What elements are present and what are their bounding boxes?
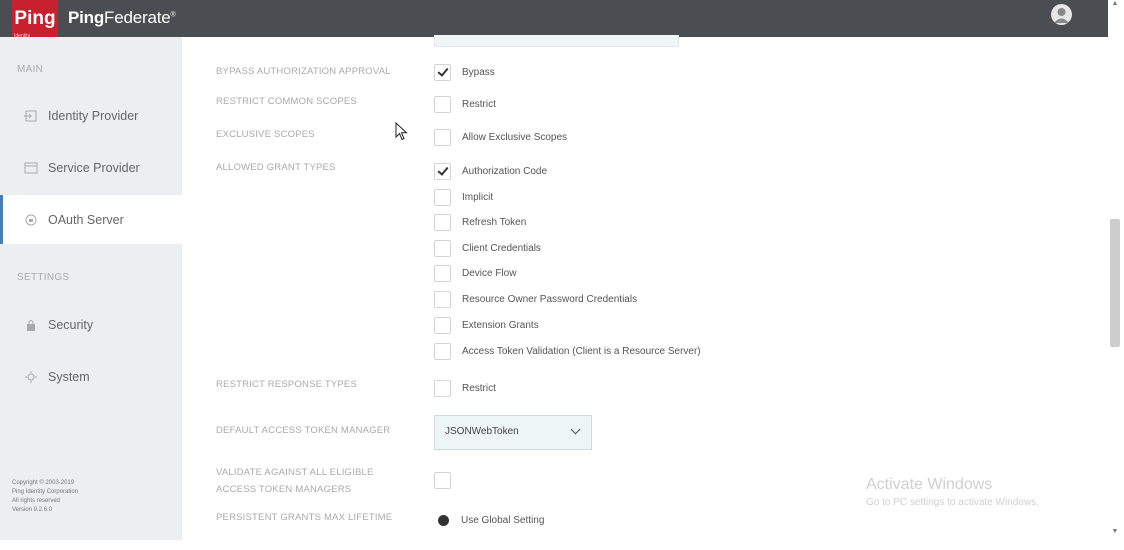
validate-label-line2: ACCESS TOKEN MANAGERS [216,484,352,495]
oauth-client-form: BYPASS AUTHORIZATION APPROVAL Bypass RES… [182,35,1108,540]
app-name-mark: ® [170,11,176,19]
grant-type-label: Access Token Validation (Client is a Res… [462,346,701,357]
footer-rights: All rights reserved [12,498,61,504]
grant-type-label: Refresh Token [462,217,527,228]
logo-text: Ping [14,8,56,29]
validate-all-checkbox[interactable] [434,472,451,489]
use-global-setting-radio[interactable] [438,515,449,526]
grant-client-credentials-checkbox[interactable] [434,240,451,257]
grant-type-row[interactable]: Device Flow [434,265,516,282]
user-avatar-icon[interactable] [1051,4,1072,25]
grant-type-label: Authorization Code [462,166,548,177]
allowed-grant-types-label: ALLOWED GRANT TYPES [216,162,336,173]
grant-resource-owner-password-checkbox[interactable] [434,291,451,308]
restrict-scopes-option-label: Restrict [462,99,496,110]
persistent-grants-label: PERSISTENT GRANTS MAX LIFETIME [216,512,393,523]
validate-label-line1: VALIDATE AGAINST ALL ELIGIBLE [216,467,374,478]
bypass-checkbox-row[interactable]: Bypass [434,64,495,81]
footer-company: Ping Identity Corporation [12,489,79,495]
sidebar-item-oauth-server[interactable]: OAuth Server [0,195,182,244]
exclusive-scopes-option-label: Allow Exclusive Scopes [462,132,568,143]
partial-input-field[interactable] [434,35,679,47]
sidebar-item-label: System [48,369,90,384]
chevron-down-icon [570,424,581,435]
sidebar-item-security[interactable]: Security [0,300,182,349]
restrict-scopes-row[interactable]: Restrict [434,96,496,113]
use-global-setting-label: Use Global Setting [461,515,545,526]
persistent-grants-row[interactable]: Use Global Setting [434,515,544,526]
sidebar-item-system[interactable]: System [0,352,182,401]
footer-version: Version 9.2.6.0 [12,507,53,513]
app-name-bold: Ping [68,8,105,27]
grant-type-row[interactable]: Authorization Code [434,163,547,180]
service-provider-icon [24,161,38,175]
restrict-common-scopes-label: RESTRICT COMMON SCOPES [216,96,357,107]
grant-type-label: Device Flow [462,268,517,279]
grant-extension-grants-checkbox[interactable] [434,317,451,334]
oauth-server-icon [24,213,38,227]
grant-type-row[interactable]: Implicit [434,189,493,206]
grant-type-row[interactable]: Refresh Token [434,214,526,231]
ping-logo[interactable]: Ping Identity [12,0,58,41]
watermark-title: Activate Windows [866,476,993,493]
grant-type-row[interactable]: Extension Grants [434,317,539,334]
bypass-checkbox[interactable] [434,64,451,81]
restrict-response-checkbox[interactable] [434,380,451,397]
default-token-manager-label: DEFAULT ACCESS TOKEN MANAGER [216,425,391,436]
grant-type-label: Resource Owner Password Credentials [462,294,638,305]
app-name-rest: Federate [104,8,171,27]
grant-refresh-token-checkbox[interactable] [434,214,451,231]
security-icon [24,318,38,332]
sidebar-section-settings: SETTINGS [17,272,70,283]
restrict-response-option-label: Restrict [462,383,496,394]
grant-type-row[interactable]: Access Token Validation (Client is a Res… [434,343,701,360]
validate-all-row[interactable] [434,472,462,489]
grant-implicit-checkbox[interactable] [434,189,451,206]
grant-type-label: Extension Grants [462,320,539,331]
exclusive-scopes-row[interactable]: Allow Exclusive Scopes [434,129,567,146]
mouse-cursor-icon [395,121,408,146]
grant-type-row[interactable]: Client Credentials [434,240,541,257]
footer-copyright: Copyright © 2003-2019 [12,480,75,486]
sidebar-footer: Copyright © 2003-2019 Ping Identity Corp… [12,479,78,515]
scrollbar-thumb[interactable] [1110,219,1120,347]
bypass-option-label: Bypass [462,67,495,78]
system-icon [24,370,38,384]
sidebar-item-service-provider[interactable]: Service Provider [0,143,182,192]
scroll-down-arrow-icon[interactable]: ▼ [1111,528,1119,535]
grant-type-label: Client Credentials [462,243,541,254]
activate-windows-watermark: Activate Windows Go to PC settings to ac… [866,476,1039,508]
sidebar-item-label: OAuth Server [48,212,124,227]
app-name: PingFederate® [68,8,176,28]
grant-type-row[interactable]: Resource Owner Password Credentials [434,291,637,308]
exclusive-scopes-label: EXCLUSIVE SCOPES [216,129,315,140]
bypass-approval-label: BYPASS AUTHORIZATION APPROVAL [216,66,391,77]
token-manager-select[interactable]: JSONWebToken [434,415,592,450]
sidebar-section-main: MAIN [17,64,44,75]
grant-type-label: Implicit [462,192,494,203]
sidebar-item-label: Security [48,317,94,332]
grant-access-token-validation-checkbox[interactable] [434,343,451,360]
restrict-response-types-label: RESTRICT RESPONSE TYPES [216,379,357,390]
top-bar: Ping Identity PingFederate® [0,0,1108,41]
validate-all-managers-label: VALIDATE AGAINST ALL ELIGIBLE ACCESS TOK… [216,464,374,498]
grant-authorization-code-checkbox[interactable] [434,163,451,180]
restrict-response-row[interactable]: Restrict [434,380,496,397]
sidebar-item-label: Service Provider [48,160,140,175]
sidebar-item-identity-provider[interactable]: Identity Provider [0,91,182,140]
scroll-up-arrow-icon[interactable]: ▲ [1111,0,1119,7]
watermark-subtitle: Go to PC settings to activate Windows. [866,497,1039,508]
sidebar: MAIN Identity Provider Service Provider … [0,37,182,540]
token-manager-value: JSONWebToken [445,426,519,437]
restrict-scopes-checkbox[interactable] [434,96,451,113]
sidebar-item-label: Identity Provider [48,108,139,123]
grant-device-flow-checkbox[interactable] [434,265,451,282]
exclusive-scopes-checkbox[interactable] [434,129,451,146]
identity-provider-icon [24,109,38,123]
